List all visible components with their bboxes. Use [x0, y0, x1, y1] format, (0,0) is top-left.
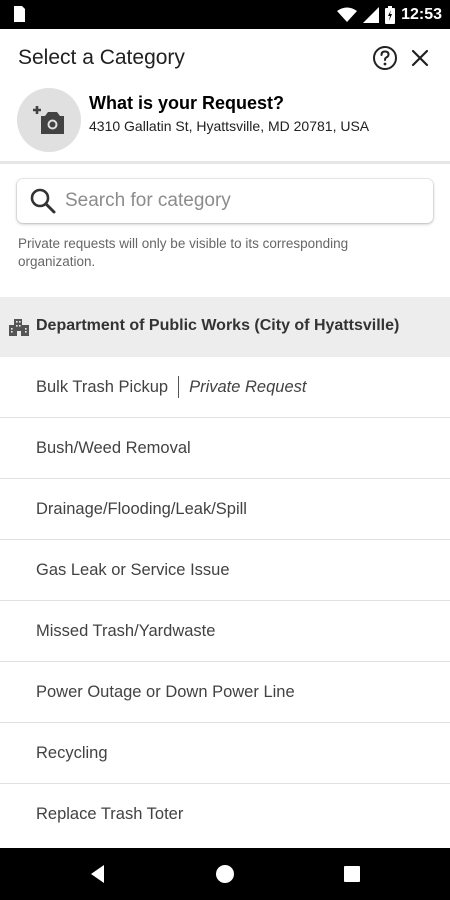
status-bar: 12:53 — [0, 0, 450, 29]
back-icon[interactable] — [86, 862, 110, 886]
search-input[interactable] — [65, 190, 405, 212]
category-label: Bulk Trash Pickup — [36, 377, 169, 396]
request-summary: What is your Request? 4310 Gallatin St, … — [0, 87, 450, 163]
category-list: Bulk Trash Pickup Private Request Bush/W… — [0, 357, 450, 845]
close-icon[interactable] — [408, 46, 432, 70]
wifi-icon — [337, 7, 358, 22]
category-label: Recycling — [36, 743, 108, 762]
category-label: Drainage/Flooding/Leak/Spill — [36, 499, 247, 518]
category-item-bush-weed-removal[interactable]: Bush/Weed Removal — [0, 418, 450, 479]
signal-icon — [363, 6, 380, 23]
add-photo-button[interactable] — [17, 88, 81, 152]
category-label: Bush/Weed Removal — [36, 438, 191, 457]
category-item-recycling[interactable]: Recycling — [0, 723, 450, 784]
status-time: 12:53 — [401, 5, 442, 23]
category-label: Gas Leak or Service Issue — [36, 560, 230, 579]
add-photo-icon — [33, 106, 64, 134]
category-item-power-outage[interactable]: Power Outage or Down Power Line — [0, 662, 450, 723]
department-header: Department of Public Works (City of Hyat… — [0, 297, 450, 357]
navigation-bar — [0, 848, 450, 900]
category-item-bulk-trash-pickup[interactable]: Bulk Trash Pickup Private Request — [0, 357, 450, 418]
home-icon[interactable] — [213, 862, 237, 886]
search-icon — [30, 188, 56, 214]
category-item-gas-leak[interactable]: Gas Leak or Service Issue — [0, 540, 450, 601]
request-title: What is your Request? — [89, 93, 285, 113]
search-box[interactable] — [17, 179, 433, 223]
category-label: Replace Trash Toter — [36, 805, 184, 823]
private-request-tag: Private Request — [189, 377, 307, 396]
category-item-missed-trash[interactable]: Missed Trash/Yardwaste — [0, 601, 450, 662]
sim-card-icon — [14, 6, 25, 22]
recents-icon[interactable] — [340, 862, 364, 886]
dialog-header: Select a Category — [0, 29, 450, 87]
building-icon — [9, 319, 29, 336]
divider — [0, 161, 450, 164]
page-title: Select a Category — [18, 46, 185, 69]
category-item-replace-trash-toter[interactable]: Replace Trash Toter — [0, 784, 450, 845]
battery-icon — [385, 5, 396, 24]
department-label: Department of Public Works (City of Hyat… — [36, 317, 400, 334]
separator — [178, 376, 180, 398]
category-item-drainage-flooding[interactable]: Drainage/Flooding/Leak/Spill — [0, 479, 450, 540]
request-address: 4310 Gallatin St, Hyattsville, MD 20781,… — [89, 118, 370, 134]
private-note: Private requests will only be visible to… — [18, 236, 349, 269]
help-icon[interactable] — [372, 45, 398, 71]
category-label: Power Outage or Down Power Line — [36, 682, 295, 701]
category-label: Missed Trash/Yardwaste — [36, 621, 216, 640]
status-icons: 12:53 — [337, 0, 442, 29]
